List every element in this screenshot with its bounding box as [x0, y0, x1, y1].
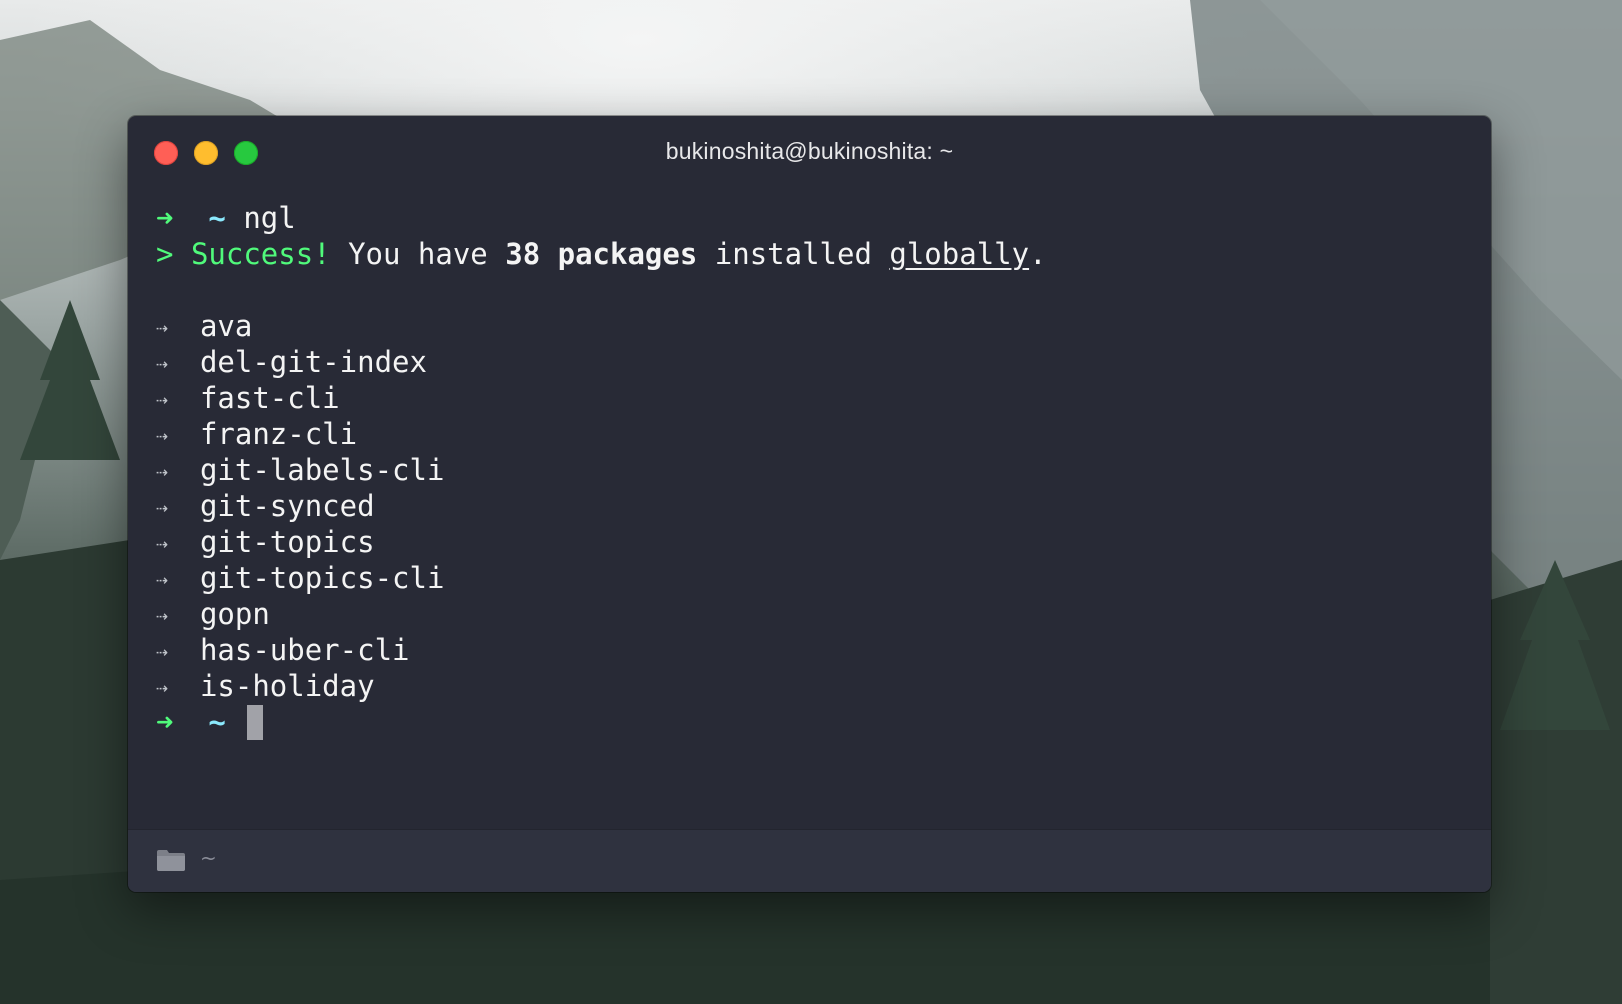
list-bullet-icon: ⇢ — [156, 603, 168, 627]
package-list-item: ⇢ git-topics-cli — [156, 560, 1471, 596]
result-underlined-text: globally — [889, 237, 1030, 271]
list-bullet-icon: ⇢ — [156, 387, 168, 411]
list-bullet-icon: ⇢ — [156, 315, 168, 339]
prompt-directory: ~ — [208, 201, 226, 235]
package-name: fast-cli — [199, 381, 340, 415]
package-list-item: ⇢ franz-cli — [156, 416, 1471, 452]
result-text-middle: installed — [714, 237, 872, 271]
result-line: > Success! You have 38 packages installe… — [156, 236, 1471, 272]
success-text: Success! — [190, 237, 331, 271]
list-bullet-icon: ⇢ — [156, 531, 168, 555]
terminal-output[interactable]: ➜ ~ ngl > Success! You have 38 packages … — [156, 200, 1471, 740]
package-list-item: ⇢ git-synced — [156, 488, 1471, 524]
package-name: franz-cli — [199, 417, 358, 451]
text-cursor — [247, 705, 264, 740]
package-name: ava — [199, 309, 253, 343]
package-name: git-synced — [199, 489, 375, 523]
package-name: del-git-index — [199, 345, 427, 379]
window-title: bukinoshita@bukinoshita: ~ — [665, 138, 954, 164]
package-name: has-uber-cli — [199, 633, 410, 667]
prompt-directory: ~ — [208, 705, 226, 739]
package-name: git-topics-cli — [199, 561, 445, 595]
list-bullet-icon: ⇢ — [156, 675, 168, 699]
result-prefix: > — [156, 237, 174, 271]
package-name: git-labels-cli — [199, 453, 445, 487]
list-bullet-icon: ⇢ — [156, 567, 168, 591]
package-list-item: ⇢ gopn — [156, 596, 1471, 632]
result-text-end: . — [1029, 237, 1047, 271]
terminal-window[interactable]: bukinoshita@bukinoshita: ~ ➜ ~ ngl > Suc… — [128, 116, 1491, 892]
package-name: git-topics — [199, 525, 375, 559]
prompt-arrow: ➜ — [156, 201, 174, 235]
package-list-item: ⇢ is-holiday — [156, 668, 1471, 704]
package-count: 38 packages — [505, 237, 698, 271]
status-bar: ~ — [128, 829, 1491, 892]
list-bullet-icon: ⇢ — [156, 495, 168, 519]
list-bullet-icon: ⇢ — [156, 423, 168, 447]
package-list-item: ⇢ del-git-index — [156, 344, 1471, 380]
package-list-item: ⇢ fast-cli — [156, 380, 1471, 416]
status-path: ~ — [200, 846, 217, 870]
package-list-item: ⇢ git-labels-cli — [156, 452, 1471, 488]
list-bullet-icon: ⇢ — [156, 639, 168, 663]
active-prompt-line[interactable]: ➜ ~ — [156, 704, 1471, 740]
package-list: ⇢ ava ⇢ del-git-index ⇢ fast-cli ⇢ franz-cl… — [156, 308, 1471, 704]
command-text: ngl — [243, 201, 296, 235]
package-name: gopn — [199, 597, 270, 631]
list-bullet-icon: ⇢ — [156, 351, 168, 375]
package-name: is-holiday — [199, 669, 375, 703]
prompt-arrow: ➜ — [156, 705, 174, 739]
folder-icon — [157, 850, 185, 871]
prompt-line: ➜ ~ ngl — [156, 200, 1471, 236]
window-titlebar[interactable]: bukinoshita@bukinoshita: ~ — [128, 116, 1491, 182]
package-list-item: ⇢ git-topics — [156, 524, 1471, 560]
result-text-before: You have — [348, 237, 488, 271]
package-list-item: ⇢ has-uber-cli — [156, 632, 1471, 668]
package-list-item: ⇢ ava — [156, 308, 1471, 344]
list-bullet-icon: ⇢ — [156, 459, 168, 483]
